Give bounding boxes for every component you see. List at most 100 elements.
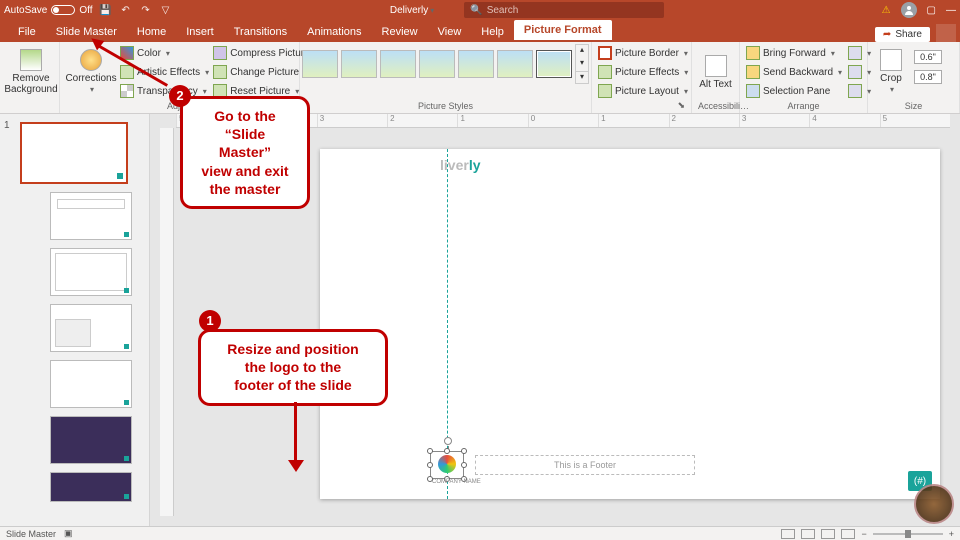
layout-thumb[interactable]	[50, 304, 132, 352]
ribbon: Remove Background Corrections▾ Color▾ Ar…	[0, 42, 960, 114]
reading-view-button[interactable]	[821, 529, 835, 539]
sel['selection-pane-icon	[746, 84, 760, 98]
company-logo-icon	[438, 455, 456, 473]
gallery-more-icon[interactable]: ▾	[576, 71, 588, 83]
ribbon-options-icon[interactable]: ▢	[927, 5, 936, 16]
share-icon: ➦	[883, 29, 891, 40]
width-input[interactable]: 0.8"	[914, 70, 942, 84]
picture-layout-button[interactable]: Picture Layout▾	[598, 82, 688, 100]
status-view-icon[interactable]: ▣	[64, 528, 73, 539]
tab-view[interactable]: View	[428, 22, 472, 42]
master-slide-thumb[interactable]	[20, 122, 128, 184]
selection-pane-label: Selection Pane	[763, 86, 830, 97]
master-slide[interactable]: liverly (#) This is a Footer COMPANY NAM…	[320, 149, 940, 499]
warning-icon[interactable]: ⚠	[882, 5, 891, 16]
chevron-down-icon: ▾	[430, 6, 434, 15]
sorter-view-button[interactable]	[801, 529, 815, 539]
resize-handle[interactable]	[444, 448, 450, 454]
layout-thumb[interactable]	[50, 416, 132, 464]
tab-transitions[interactable]: Transitions	[224, 22, 297, 42]
crop-button[interactable]: Crop▾	[874, 44, 908, 100]
zoom-in-button[interactable]: +	[949, 529, 954, 539]
effects-label: Picture Effects	[615, 67, 679, 78]
share-label: Share	[895, 29, 922, 40]
tab-home[interactable]: Home	[127, 22, 176, 42]
tab-picture-format[interactable]: Picture Format	[514, 20, 612, 42]
layout-thumb[interactable]	[50, 472, 132, 502]
corrections-icon	[80, 49, 102, 71]
remove-background-button[interactable]: Remove Background	[6, 44, 56, 100]
crop-icon	[880, 49, 902, 71]
style-thumb[interactable]	[380, 50, 416, 78]
resize-handle[interactable]	[427, 448, 433, 454]
style-thumb[interactable]	[497, 50, 533, 78]
color-label: Color	[137, 48, 161, 59]
autosave-label: AutoSave	[4, 5, 47, 16]
send-backward-button[interactable]: Send Backward▾	[746, 63, 842, 81]
reset-label: Reset Picture	[230, 86, 290, 97]
autosave-state: Off	[79, 5, 92, 16]
selection-pane-button[interactable]: Selection Pane	[746, 82, 842, 100]
autosave-toggle[interactable]: AutoSave Off	[4, 5, 93, 16]
zoom-slider[interactable]	[873, 533, 943, 535]
minimize-icon[interactable]: —	[946, 5, 956, 16]
style-thumb[interactable]	[458, 50, 494, 78]
align-icon	[848, 46, 862, 60]
color-button[interactable]: Color▾	[120, 44, 209, 62]
tab-animations[interactable]: Animations	[297, 22, 371, 42]
group-label-styles-launcher[interactable]: ⬊	[598, 100, 685, 113]
change-label: Change Picture	[230, 67, 299, 78]
document-title[interactable]: Deliverly	[390, 5, 428, 16]
height-input[interactable]: 0.6"	[914, 50, 942, 64]
resize-handle[interactable]	[461, 462, 467, 468]
save-icon[interactable]: 💾	[99, 3, 113, 17]
picture-styles-gallery[interactable]: ▴ ▾ ▾	[302, 44, 589, 84]
style-thumb[interactable]	[419, 50, 455, 78]
rotate-handle[interactable]	[444, 437, 452, 445]
gallery-down-icon[interactable]: ▾	[576, 58, 588, 70]
bring-forward-label: Bring Forward	[763, 48, 826, 59]
style-thumb[interactable]	[302, 50, 338, 78]
slide-thumbnail-panel[interactable]: 1	[0, 114, 150, 526]
arrowhead-down-icon	[288, 460, 304, 472]
comments-button[interactable]	[936, 24, 956, 42]
gallery-up-icon[interactable]: ▴	[576, 45, 588, 57]
slideshow-view-button[interactable]	[841, 529, 855, 539]
layout-thumb[interactable]	[50, 248, 132, 296]
account-avatar[interactable]	[901, 2, 917, 18]
footer-text: This is a Footer	[554, 460, 616, 470]
share-button[interactable]: ➦ Share	[875, 27, 930, 42]
resize-handle[interactable]	[461, 448, 467, 454]
bring-forward-button[interactable]: Bring Forward▾	[746, 44, 842, 62]
tab-help[interactable]: Help	[471, 22, 514, 42]
company-name-text: COMPANY NAME	[432, 479, 481, 485]
crop-label: Crop	[880, 73, 902, 84]
send-backward-label: Send Backward	[763, 67, 833, 78]
title-bar: AutoSave Off 💾 ↶ ↷ ▽ Deliverly ▾ 🔍 Searc…	[0, 0, 960, 20]
transparency-icon	[120, 84, 134, 98]
tab-file[interactable]: File	[8, 22, 46, 42]
search-icon: 🔍	[470, 5, 482, 16]
resize-handle[interactable]	[427, 462, 433, 468]
tab-review[interactable]: Review	[372, 22, 428, 42]
footer-placeholder[interactable]: This is a Footer	[475, 455, 695, 475]
style-thumb[interactable]	[536, 50, 572, 78]
layout-thumb[interactable]	[50, 192, 132, 240]
tab-slide-master[interactable]: Slide Master	[46, 22, 127, 42]
redo-icon[interactable]: ↷	[139, 3, 153, 17]
search-box[interactable]: 🔍 Search	[464, 2, 664, 18]
zoom-out-button[interactable]: −	[861, 529, 866, 539]
style-thumb[interactable]	[341, 50, 377, 78]
picture-border-button[interactable]: Picture Border▾	[598, 44, 688, 62]
annotation-badge-1: 1	[199, 310, 221, 332]
rotate-icon	[848, 84, 862, 98]
picture-effects-button[interactable]: Picture Effects▾	[598, 63, 688, 81]
alt-text-icon	[705, 55, 727, 77]
normal-view-button[interactable]	[781, 529, 795, 539]
tab-insert[interactable]: Insert	[176, 22, 224, 42]
undo-icon[interactable]: ↶	[119, 3, 133, 17]
layout-thumb[interactable]	[50, 360, 132, 408]
watermark-logo	[914, 484, 954, 524]
alt-text-button[interactable]: Alt Text	[698, 44, 733, 100]
from-beginning-icon[interactable]: ▽	[159, 3, 173, 17]
